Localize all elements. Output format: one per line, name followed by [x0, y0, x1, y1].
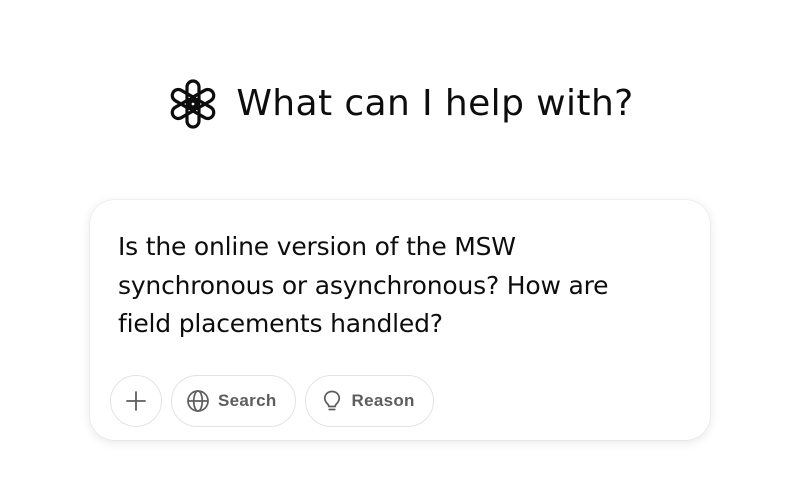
search-button[interactable]: Search	[171, 375, 296, 427]
globe-icon	[186, 389, 210, 413]
composer-toolbar: Search Reason	[110, 375, 434, 427]
plus-icon	[125, 390, 147, 412]
search-button-label: Search	[218, 391, 277, 410]
hero-header: What can I help with?	[0, 72, 800, 136]
chat-home-page: What can I help with? Is the online vers…	[0, 0, 800, 501]
reason-button-label: Reason	[351, 391, 415, 410]
openai-logo-icon	[166, 77, 220, 131]
prompt-input[interactable]: Is the online version of the MSW synchro…	[118, 228, 658, 344]
page-title: What can I help with?	[236, 83, 634, 124]
attach-button[interactable]	[110, 375, 162, 427]
lightbulb-icon	[320, 389, 344, 413]
prompt-composer[interactable]: Is the online version of the MSW synchro…	[90, 200, 710, 440]
reason-button[interactable]: Reason	[304, 375, 434, 427]
